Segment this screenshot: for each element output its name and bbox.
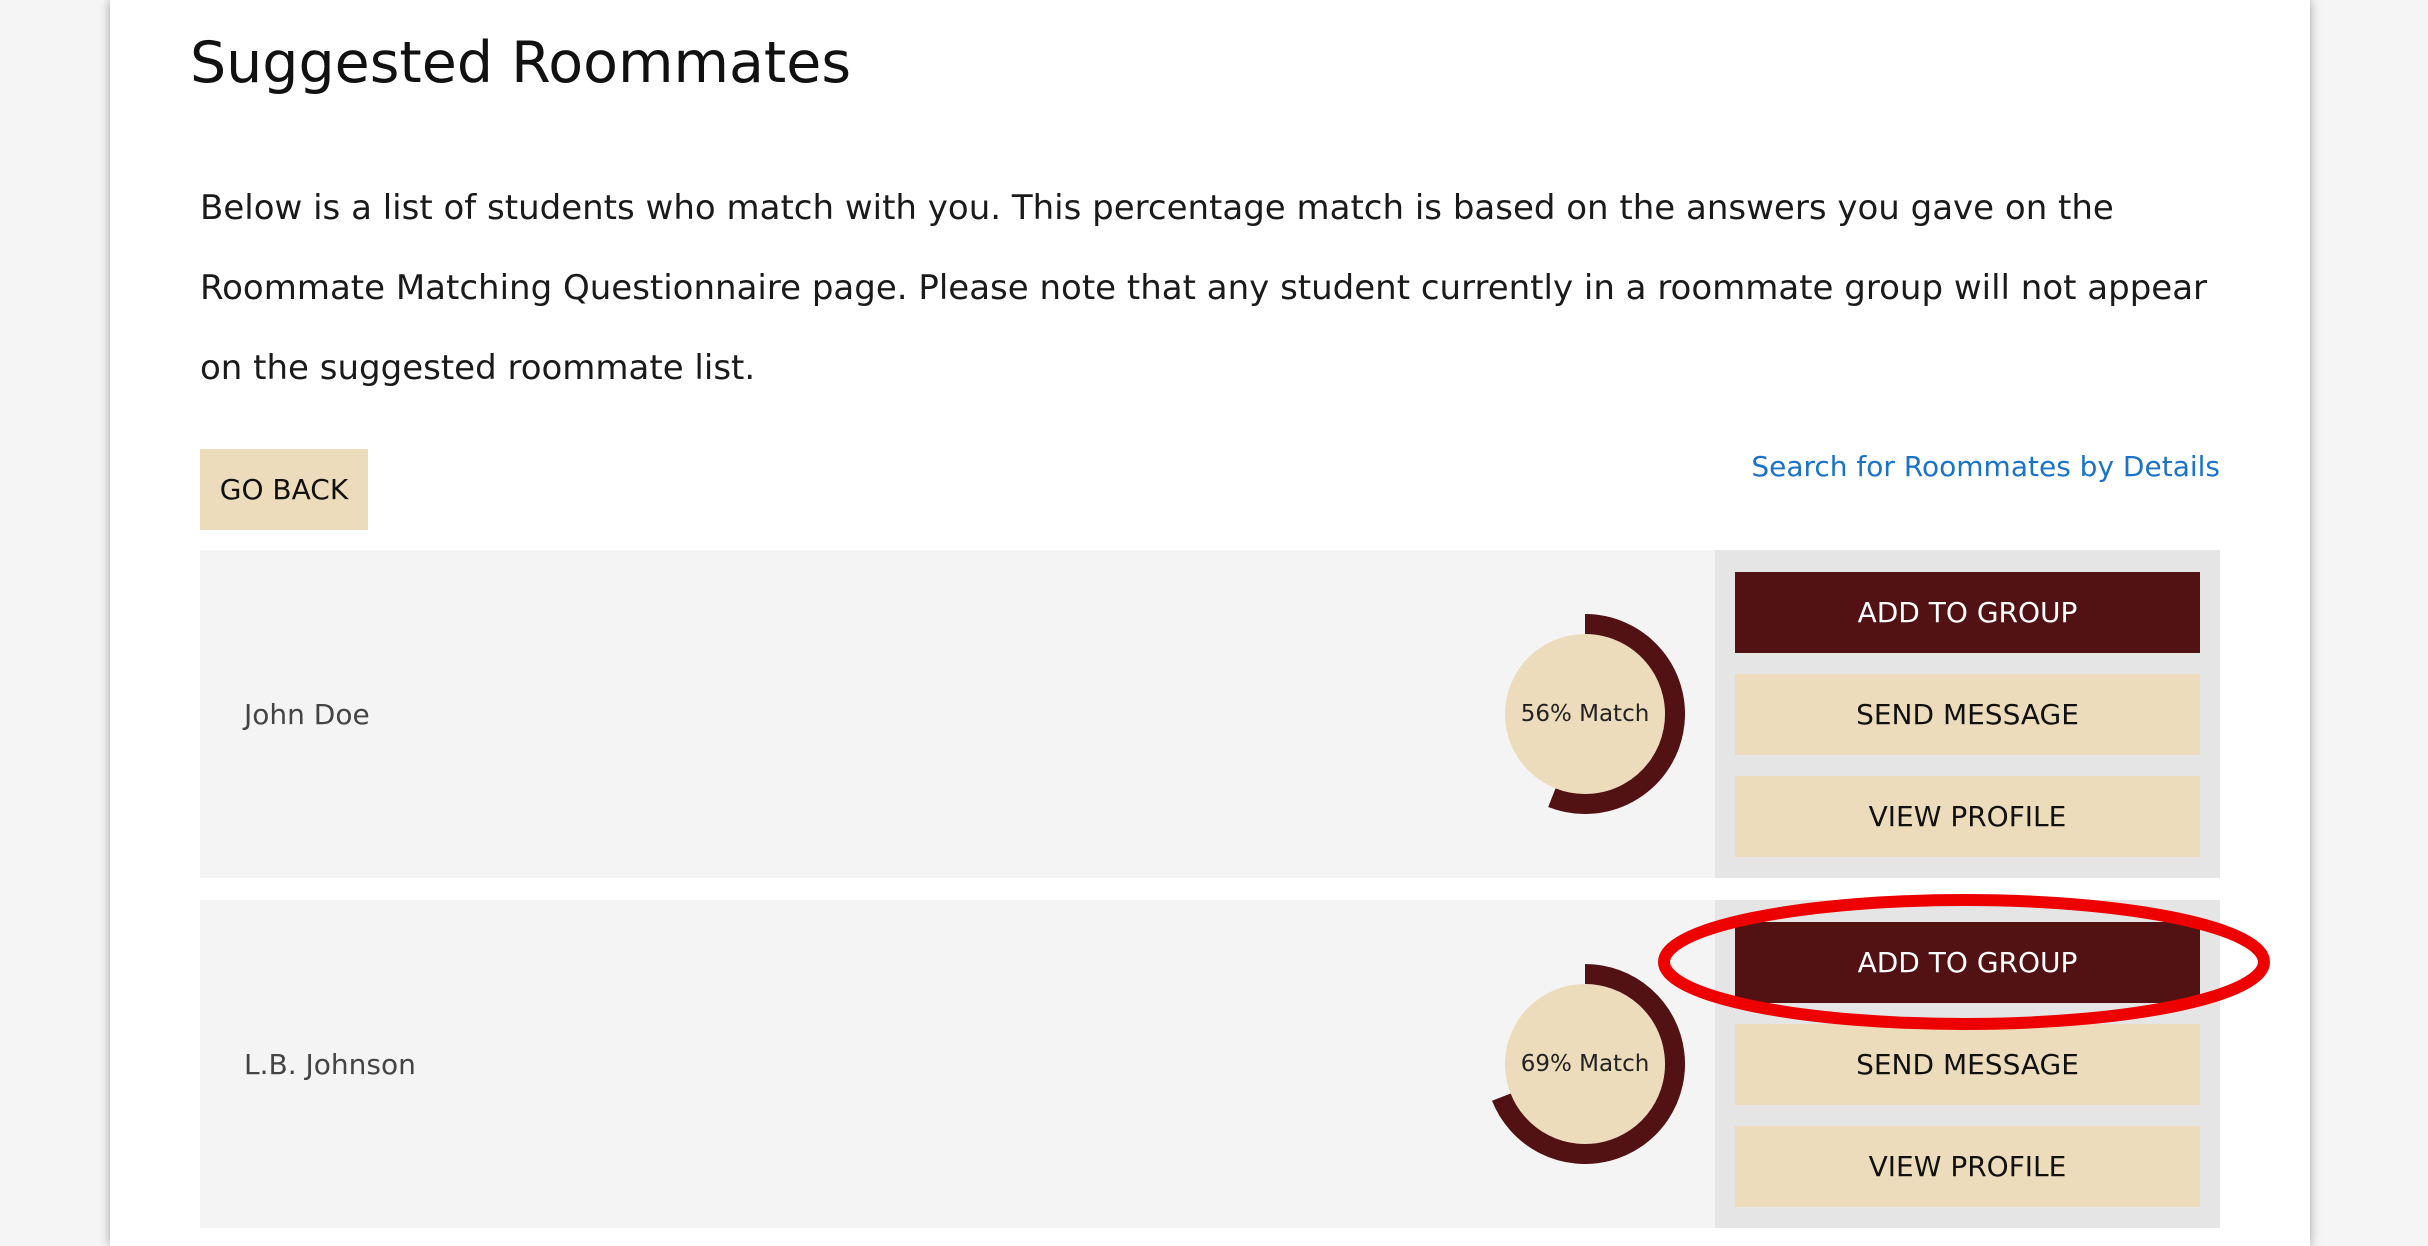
add-to-group-button[interactable]: ADD TO GROUP xyxy=(1735,922,2200,1003)
actions-panel: ADD TO GROUP SEND MESSAGE VIEW PROFILE xyxy=(1715,900,2220,1228)
roommate-name: John Doe xyxy=(244,697,370,731)
match-gauge: 56% Match xyxy=(1485,614,1685,814)
match-gauge: 69% Match xyxy=(1485,964,1685,1164)
intro-text: Below is a list of students who match wi… xyxy=(200,188,2208,388)
actions-panel: ADD TO GROUP SEND MESSAGE VIEW PROFILE xyxy=(1715,550,2220,878)
go-back-button[interactable]: GO BACK xyxy=(200,449,368,530)
page-title: Suggested Roommates xyxy=(190,30,852,96)
roommate-name: L.B. Johnson xyxy=(244,1047,416,1081)
search-by-details-link[interactable]: Search for Roommates by Details xyxy=(1751,450,2220,483)
match-label: 69% Match xyxy=(1520,1051,1650,1077)
add-to-group-button[interactable]: ADD TO GROUP xyxy=(1735,572,2200,653)
page-container: Suggested Roommates Below is a list of s… xyxy=(110,0,2310,1246)
send-message-button[interactable]: SEND MESSAGE xyxy=(1735,674,2200,755)
match-label: 56% Match xyxy=(1520,701,1650,727)
view-profile-button[interactable]: VIEW PROFILE xyxy=(1735,1126,2200,1207)
roommate-card: John Doe 56% Match ADD TO GROUP SEND MES… xyxy=(200,550,2220,878)
view-profile-button[interactable]: VIEW PROFILE xyxy=(1735,776,2200,857)
send-message-button[interactable]: SEND MESSAGE xyxy=(1735,1024,2200,1105)
roommate-card: L.B. Johnson 69% Match ADD TO GROUP SEND… xyxy=(200,900,2220,1228)
